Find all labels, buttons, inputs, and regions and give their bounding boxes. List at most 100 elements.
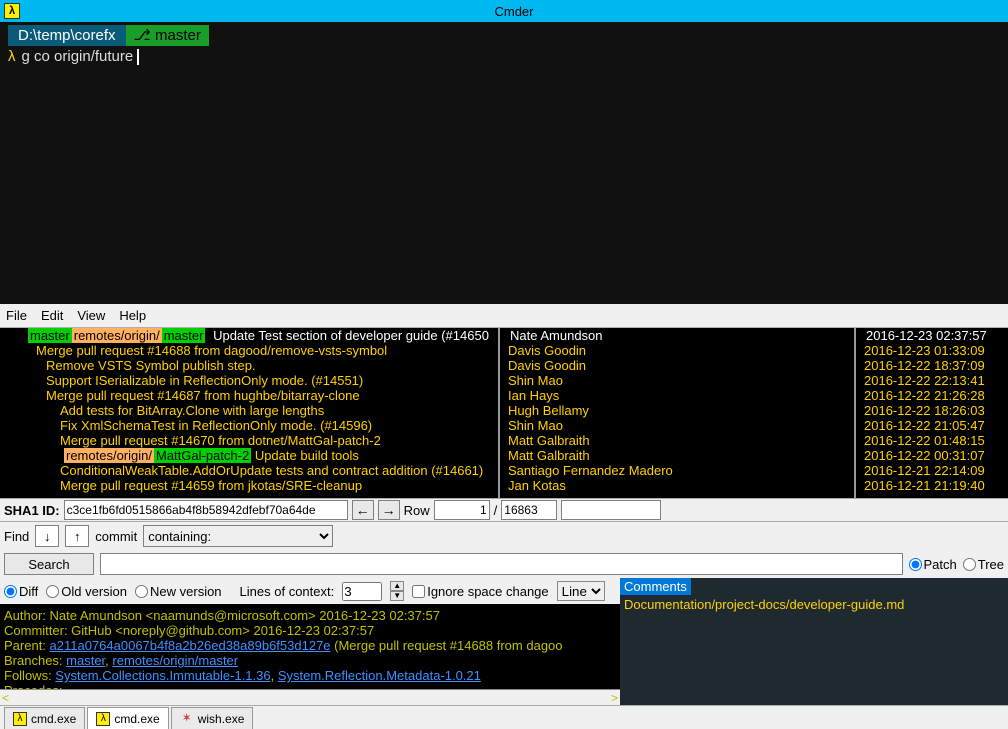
tab-label: cmd.exe (114, 712, 159, 726)
sha-label: SHA1 ID: (4, 503, 60, 518)
log-date: 2016-12-23 01:33:09 (864, 343, 1004, 358)
line-mode[interactable]: Line (557, 581, 605, 601)
tab-label: cmd.exe (31, 712, 76, 726)
log-messages[interactable]: masterremotes/origin/master Update Test … (0, 328, 500, 498)
follows-link-2[interactable]: System.Reflection.Metadata-1.0.21 (278, 668, 481, 683)
log-row[interactable]: Remove VSTS Symbol publish step. (4, 358, 498, 373)
log-dates[interactable]: 2016-12-23 02:37:572016-12-23 01:33:09 20… (856, 328, 1004, 498)
find-mode[interactable]: containing: (143, 525, 333, 547)
follows-link-1[interactable]: System.Collections.Immutable-1.1.36 (55, 668, 270, 683)
log-date: 2016-12-22 18:26:03 (864, 403, 1004, 418)
log-row[interactable]: ConditionalWeakTable.AddOrUpdate tests a… (4, 463, 498, 478)
menubar: File Edit View Help (0, 304, 1008, 328)
tabbar: λcmd.exeλcmd.exe✶wish.exe (0, 705, 1008, 729)
log-row[interactable]: Merge pull request #14687 from hughbe/bi… (4, 388, 498, 403)
log-row[interactable]: remotes/origin/MattGal-patch-2 Update bu… (4, 448, 498, 463)
find-down[interactable]: ↓ (35, 525, 59, 547)
nav-back[interactable]: ← (352, 500, 374, 520)
log-author: Ian Hays (508, 388, 854, 403)
new-radio[interactable]: New version (135, 584, 222, 599)
file-pane-header: Comments (620, 578, 691, 595)
row-extra[interactable] (561, 500, 661, 520)
typed-command: g co origin/future (22, 48, 134, 65)
sha-row: SHA1 ID: ← → Row / (0, 498, 1008, 522)
follows-line: Follows: System.Collections.Immutable-1.… (4, 668, 616, 683)
log-date: 2016-12-21 22:14:09 (864, 463, 1004, 478)
commit-detail[interactable]: Author: Nate Amundson <naamunds@microsof… (0, 604, 620, 705)
log-author: Davis Goodin (508, 358, 854, 373)
command-line: λ g co origin/future (8, 48, 1000, 65)
tab-icon: λ (13, 712, 27, 726)
log-date: 2016-12-22 01:48:15 (864, 433, 1004, 448)
tab[interactable]: λ cmd.exe (4, 707, 85, 729)
log-date: 2016-12-21 21:19:40 (864, 478, 1004, 493)
menu-view[interactable]: View (77, 308, 105, 323)
scroll-right-icon[interactable]: > (611, 691, 618, 705)
log-author: Hugh Bellamy (508, 403, 854, 418)
file-pane[interactable]: Comments Documentation/project-docs/deve… (620, 578, 1008, 705)
tab-label: wish.exe (198, 712, 245, 726)
log-row[interactable]: Add tests for BitArray.Clone with large … (4, 403, 498, 418)
log-row[interactable]: Merge pull request #14670 from dotnet/Ma… (4, 433, 498, 448)
find-label: Find (4, 529, 29, 544)
titlebar: λ Cmder (0, 0, 1008, 22)
log-date: 2016-12-22 21:26:28 (864, 388, 1004, 403)
lines-field[interactable] (342, 582, 382, 601)
log-author: Matt Galbraith (508, 433, 854, 448)
menu-edit[interactable]: Edit (41, 308, 63, 323)
cursor (137, 49, 139, 65)
tab[interactable]: λcmd.exe (87, 707, 168, 729)
log-row[interactable]: Support ISerializable in ReflectionOnly … (4, 373, 498, 388)
log-date: 2016-12-23 02:37:57 (864, 328, 1004, 343)
lines-label: Lines of context: (240, 584, 335, 599)
log-date: 2016-12-22 22:13:41 (864, 373, 1004, 388)
branch-link-2[interactable]: remotes/origin/master (112, 653, 238, 668)
sha-field[interactable] (64, 500, 348, 520)
cwd: D:\temp\corefx (8, 25, 126, 46)
log-author: Nate Amundson (508, 328, 854, 343)
menu-help[interactable]: Help (119, 308, 146, 323)
old-radio[interactable]: Old version (46, 584, 127, 599)
find-type: commit (95, 529, 137, 544)
log-row[interactable]: Merge pull request #14659 from jkotas/SR… (4, 478, 498, 493)
changed-file[interactable]: Documentation/project-docs/developer-gui… (620, 595, 1008, 614)
patch-radio[interactable]: Patch (909, 557, 957, 572)
prompt-symbol: λ (8, 48, 16, 65)
row-total (501, 500, 557, 520)
log-author: Santiago Fernandez Madero (508, 463, 854, 478)
search-field[interactable] (100, 553, 903, 575)
search-button[interactable]: Search (4, 553, 94, 575)
lines-stepper[interactable]: ▲▼ (390, 581, 404, 601)
row-current[interactable] (434, 500, 490, 520)
log-authors[interactable]: Nate Amundson Davis Goodin Davis Goodin … (500, 328, 856, 498)
log-row[interactable]: Fix XmlSchemaTest in ReflectionOnly mode… (4, 418, 498, 433)
search-row: Search Patch Tree (0, 550, 1008, 578)
window-title: Cmder (24, 4, 1004, 19)
tree-radio[interactable]: Tree (963, 557, 1004, 572)
git-log[interactable]: masterremotes/origin/master Update Test … (0, 328, 1008, 498)
log-row[interactable]: masterremotes/origin/master Update Test … (4, 328, 498, 343)
diff-row: Diff Old version New version Lines of co… (0, 578, 620, 604)
terminal-pane[interactable]: D:\temp\corefx⎇ master λ g co origin/futu… (0, 22, 1008, 304)
branch-link-1[interactable]: master (66, 653, 105, 668)
author-line: Author: Nate Amundson <naamunds@microsof… (4, 608, 616, 623)
parent-link[interactable]: a211a0764a0067b4f8a2b26ed38a89b6f53d127e (50, 638, 331, 653)
log-date: 2016-12-22 21:05:47 (864, 418, 1004, 433)
scroll-left-icon[interactable]: < (2, 691, 9, 705)
menu-file[interactable]: File (6, 308, 27, 323)
log-date: 2016-12-22 00:31:07 (864, 448, 1004, 463)
row-label: Row (404, 503, 430, 518)
ignore-space[interactable]: Ignore space change (412, 584, 548, 599)
find-row: Find ↓ ↑ commit containing: (0, 522, 1008, 550)
git-branch: ⎇ master (126, 25, 209, 46)
nav-forward[interactable]: → (378, 500, 400, 520)
find-up[interactable]: ↑ (65, 525, 89, 547)
tab[interactable]: ✶ wish.exe (171, 707, 254, 729)
tab-icon: ✶ (180, 712, 194, 726)
app-icon: λ (4, 3, 20, 19)
prompt-line: D:\temp\corefx⎇ master (8, 26, 1000, 44)
log-author: Matt Galbraith (508, 448, 854, 463)
hscrollbar[interactable]: <> (0, 689, 620, 705)
log-row[interactable]: Merge pull request #14688 from dagood/re… (4, 343, 498, 358)
diff-radio[interactable]: Diff (4, 584, 38, 599)
